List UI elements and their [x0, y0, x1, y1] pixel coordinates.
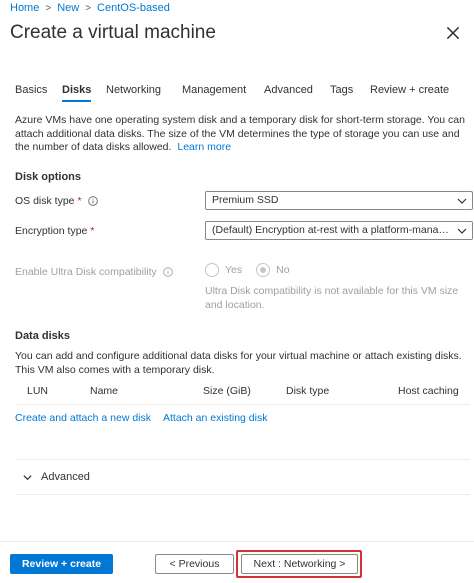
tab-disks[interactable]: Disks	[62, 84, 92, 102]
column-header-host-caching: Host caching	[398, 385, 459, 397]
radio-button-selected[interactable]	[256, 263, 271, 277]
ultra-disk-radio-group: Yes No	[205, 263, 304, 277]
tab-networking[interactable]: Networking	[106, 84, 161, 100]
column-header-size: Size (GiB)	[203, 385, 251, 397]
column-header-disk-type: Disk type	[286, 385, 330, 397]
chevron-down-icon	[457, 228, 467, 234]
tab-management[interactable]: Management	[182, 84, 246, 100]
encryption-type-dropdown[interactable]: (Default) Encryption at-rest with a plat…	[205, 221, 473, 240]
tab-bar: Basics Disks Networking Management Advan…	[0, 84, 474, 104]
ultra-disk-label-text: Enable Ultra Disk compatibility	[15, 266, 157, 278]
encryption-type-value: (Default) Encryption at-rest with a plat…	[212, 224, 459, 236]
disk-options-heading: Disk options	[15, 171, 82, 183]
ultra-disk-label: Enable Ultra Disk compatibility	[15, 266, 173, 278]
tab-basics[interactable]: Basics	[15, 84, 47, 100]
column-header-lun: LUN	[27, 385, 49, 397]
required-marker: *	[77, 195, 82, 207]
encryption-type-label: Encryption type *	[15, 225, 94, 237]
radio-button[interactable]	[205, 263, 219, 277]
advanced-section-label: Advanced	[41, 471, 90, 483]
close-icon[interactable]	[444, 24, 462, 42]
next-networking-button[interactable]: Next : Networking >	[241, 554, 358, 574]
column-header-name: Name	[90, 385, 119, 397]
tab-review-create[interactable]: Review + create	[370, 84, 449, 100]
data-disks-table-header: LUN Name Size (GiB) Disk type Host cachi…	[15, 385, 470, 405]
data-disks-description: You can add and configure additional dat…	[15, 350, 462, 376]
ultra-disk-no-option[interactable]: No	[256, 263, 290, 277]
info-icon[interactable]	[163, 267, 173, 277]
breadcrumb-new[interactable]: New	[57, 2, 79, 14]
required-marker: *	[90, 225, 95, 237]
ultra-disk-no-label: No	[276, 264, 290, 276]
ultra-disk-note: Ultra Disk compatibility is not availabl…	[205, 285, 459, 311]
chevron-down-icon	[23, 474, 32, 480]
breadcrumb: Home > New > CentOS-based	[10, 2, 170, 14]
intro-text: Azure VMs have one operating system disk…	[15, 114, 470, 155]
attach-existing-disk-link[interactable]: Attach an existing disk	[163, 412, 267, 424]
divider	[15, 459, 470, 460]
info-icon[interactable]	[87, 196, 98, 206]
breadcrumb-centos[interactable]: CentOS-based	[97, 2, 170, 14]
os-disk-type-label: OS disk type *	[15, 195, 98, 207]
previous-button[interactable]: < Previous	[155, 554, 234, 574]
os-disk-type-label-text: OS disk type	[15, 195, 75, 207]
advanced-section-toggle[interactable]: Advanced	[22, 471, 90, 483]
ultra-disk-yes-label: Yes	[225, 264, 243, 276]
create-attach-disk-link[interactable]: Create and attach a new disk	[15, 412, 151, 424]
review-create-button[interactable]: Review + create	[10, 554, 113, 574]
tab-advanced[interactable]: Advanced	[264, 84, 313, 100]
data-disks-heading: Data disks	[15, 330, 71, 342]
page-title: Create a virtual machine	[10, 22, 216, 43]
chevron-down-icon	[457, 198, 467, 204]
os-disk-type-dropdown[interactable]: Premium SSD	[205, 191, 473, 210]
breadcrumb-separator: >	[85, 2, 92, 14]
intro-description: Azure VMs have one operating system disk…	[15, 114, 465, 153]
breadcrumb-home[interactable]: Home	[10, 2, 39, 14]
os-disk-type-value: Premium SSD	[212, 194, 279, 206]
learn-more-link[interactable]: Learn more	[177, 141, 231, 153]
tab-tags[interactable]: Tags	[330, 84, 353, 100]
footer-divider	[0, 541, 474, 542]
divider	[15, 494, 470, 495]
encryption-type-label-text: Encryption type	[15, 225, 88, 237]
breadcrumb-separator: >	[45, 2, 52, 14]
ultra-disk-yes-option[interactable]: Yes	[205, 263, 242, 277]
